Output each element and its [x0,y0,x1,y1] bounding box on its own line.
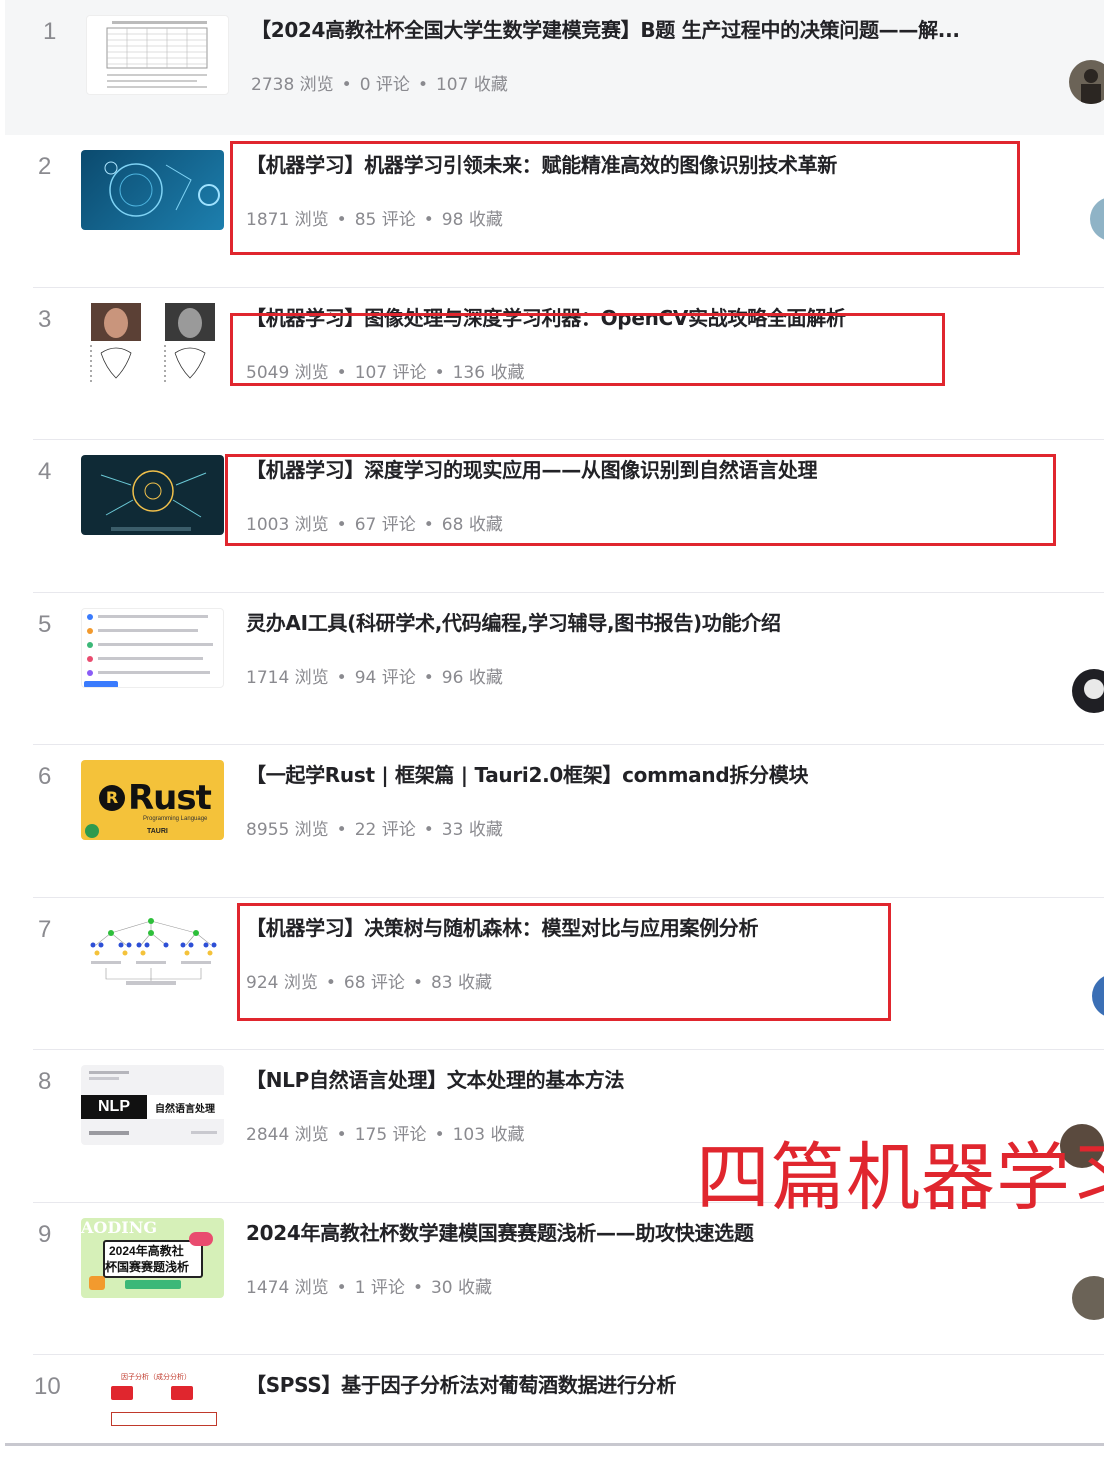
list-item[interactable]: 1 【2024高教社杯全国大学生数学建模竞赛】B题 生产过程中的决策问题——解.… [5,0,1104,135]
view-count: 2844 浏览 [246,1125,329,1145]
rank-number: 10 [34,1373,61,1400]
comment-count: 22 评论 [354,820,416,840]
article-title[interactable]: 【一起学Rust | 框架篇 | Tauri2.0框架】command拆分模块 [246,759,808,788]
list-item[interactable]: 5 灵办AI工具(科研学术,代码编程,学习辅导,图书报告)功能介绍 1714 浏… [0,593,1104,745]
author-avatar[interactable] [1072,1275,1104,1320]
article-title[interactable]: 【SPSS】基于因子分析法对葡萄酒数据进行分析 [246,1369,676,1398]
thumb-line-1: 2024年高教社 [109,1243,184,1258]
article-stats: 8955 浏览 • 22 评论 • 33 收藏 [246,820,503,840]
parrot-icon [85,824,99,838]
highlight-box [225,454,1056,546]
rank-number: 3 [38,305,52,333]
rust-logo-icon: R [99,785,125,811]
view-count: 1474 浏览 [246,1277,329,1298]
rank-number: 1 [43,18,57,45]
rank-number: 2 [38,153,52,180]
favorite-count: 96 收藏 [441,667,503,688]
comment-count: 1 评论 [354,1277,405,1298]
article-stats: 1714 浏览 • 94 评论 • 96 收藏 [246,667,503,688]
article-thumbnail[interactable] [81,912,224,993]
rank-number: 4 [38,458,52,485]
rank-number: 7 [38,915,52,943]
highlight-box [230,313,945,386]
rust-subtitle: Programming Language [143,816,208,822]
article-thumbnail[interactable]: 因子分析（成分分析） [81,1370,224,1430]
bottom-scroll-line [5,1443,1104,1446]
view-count: 8955 浏览 [246,820,329,840]
rank-number: 8 [38,1068,52,1095]
highlight-box [230,141,1020,255]
article-thumbnail[interactable] [81,607,224,688]
tauri-label: TAURI [147,828,168,835]
article-thumbnail[interactable] [86,15,229,95]
article-title[interactable]: 【NLP自然语言处理】文本处理的基本方法 [246,1064,624,1093]
favorite-count: 33 收藏 [441,820,503,840]
article-thumbnail[interactable] [81,150,224,230]
author-avatar[interactable] [1069,60,1104,104]
article-title[interactable]: 2024年高教社杯数学建模国赛赛题浅析——助攻快速选题 [246,1217,754,1246]
favorite-count: 30 收藏 [430,1277,493,1298]
article-stats: 2844 浏览 • 175 评论 • 103 收藏 [246,1125,525,1145]
author-avatar[interactable] [1090,197,1104,241]
comment-count: 94 评论 [354,667,416,688]
brand-text: AODING [81,1217,157,1237]
rust-wordmark: Rust [128,778,212,818]
thumb-header: 因子分析（成分分析） [121,1374,191,1381]
highlight-box [237,903,891,1021]
article-title[interactable]: 灵办AI工具(科研学术,代码编程,学习辅导,图书报告)功能介绍 [246,607,781,636]
article-thumbnail[interactable]: AODING 2024年高教社 杯国赛赛题浅析 [81,1217,224,1298]
article-stats: 1474 浏览 • 1 评论 • 30 收藏 [246,1277,493,1298]
article-thumbnail[interactable] [81,455,224,535]
article-thumbnail[interactable]: NLP 自然语言处理 [81,1065,224,1145]
rank-number: 9 [38,1220,52,1248]
megaphone-icon [89,1275,105,1290]
favorite-count: 103 收藏 [452,1125,525,1145]
comment-count: 0 评论 [359,75,410,95]
article-stats: 2738 浏览 • 0 评论 • 107 收藏 [251,75,508,95]
article-thumbnail[interactable] [81,302,224,383]
author-avatar[interactable] [1092,973,1104,1018]
comment-count: 175 评论 [354,1125,427,1145]
thumb-line-2: 杯国赛赛题浅析 [105,1259,190,1274]
list-item[interactable]: 9 AODING 2024年高教社 杯国赛赛题浅析 2024年高教社杯数学建模国… [0,1203,1104,1355]
article-title[interactable]: 【2024高教社杯全国大学生数学建模竞赛】B题 生产过程中的决策问题——解... [251,14,960,43]
article-thumbnail[interactable]: R Rust Programming Language TAURI [81,760,224,840]
nlp-badge: NLP [81,1095,147,1119]
sticker-icon [189,1231,213,1246]
rank-number: 6 [38,763,52,790]
list-item[interactable]: 6 R Rust Programming Language TAURI 【一起学… [0,745,1104,898]
view-count: 2738 浏览 [251,75,334,95]
annotation-text: 四篇机器学习 [696,1135,1104,1221]
list-item[interactable]: 10 因子分析（成分分析） 【SPSS】基于因子分析法对葡萄酒数据进行分析 [0,1355,1104,1455]
author-avatar[interactable] [1072,668,1104,713]
favorite-count: 107 收藏 [435,75,508,95]
nlp-label: 自然语言处理 [155,1104,215,1115]
view-count: 1714 浏览 [246,667,329,688]
rank-number: 5 [38,610,52,638]
